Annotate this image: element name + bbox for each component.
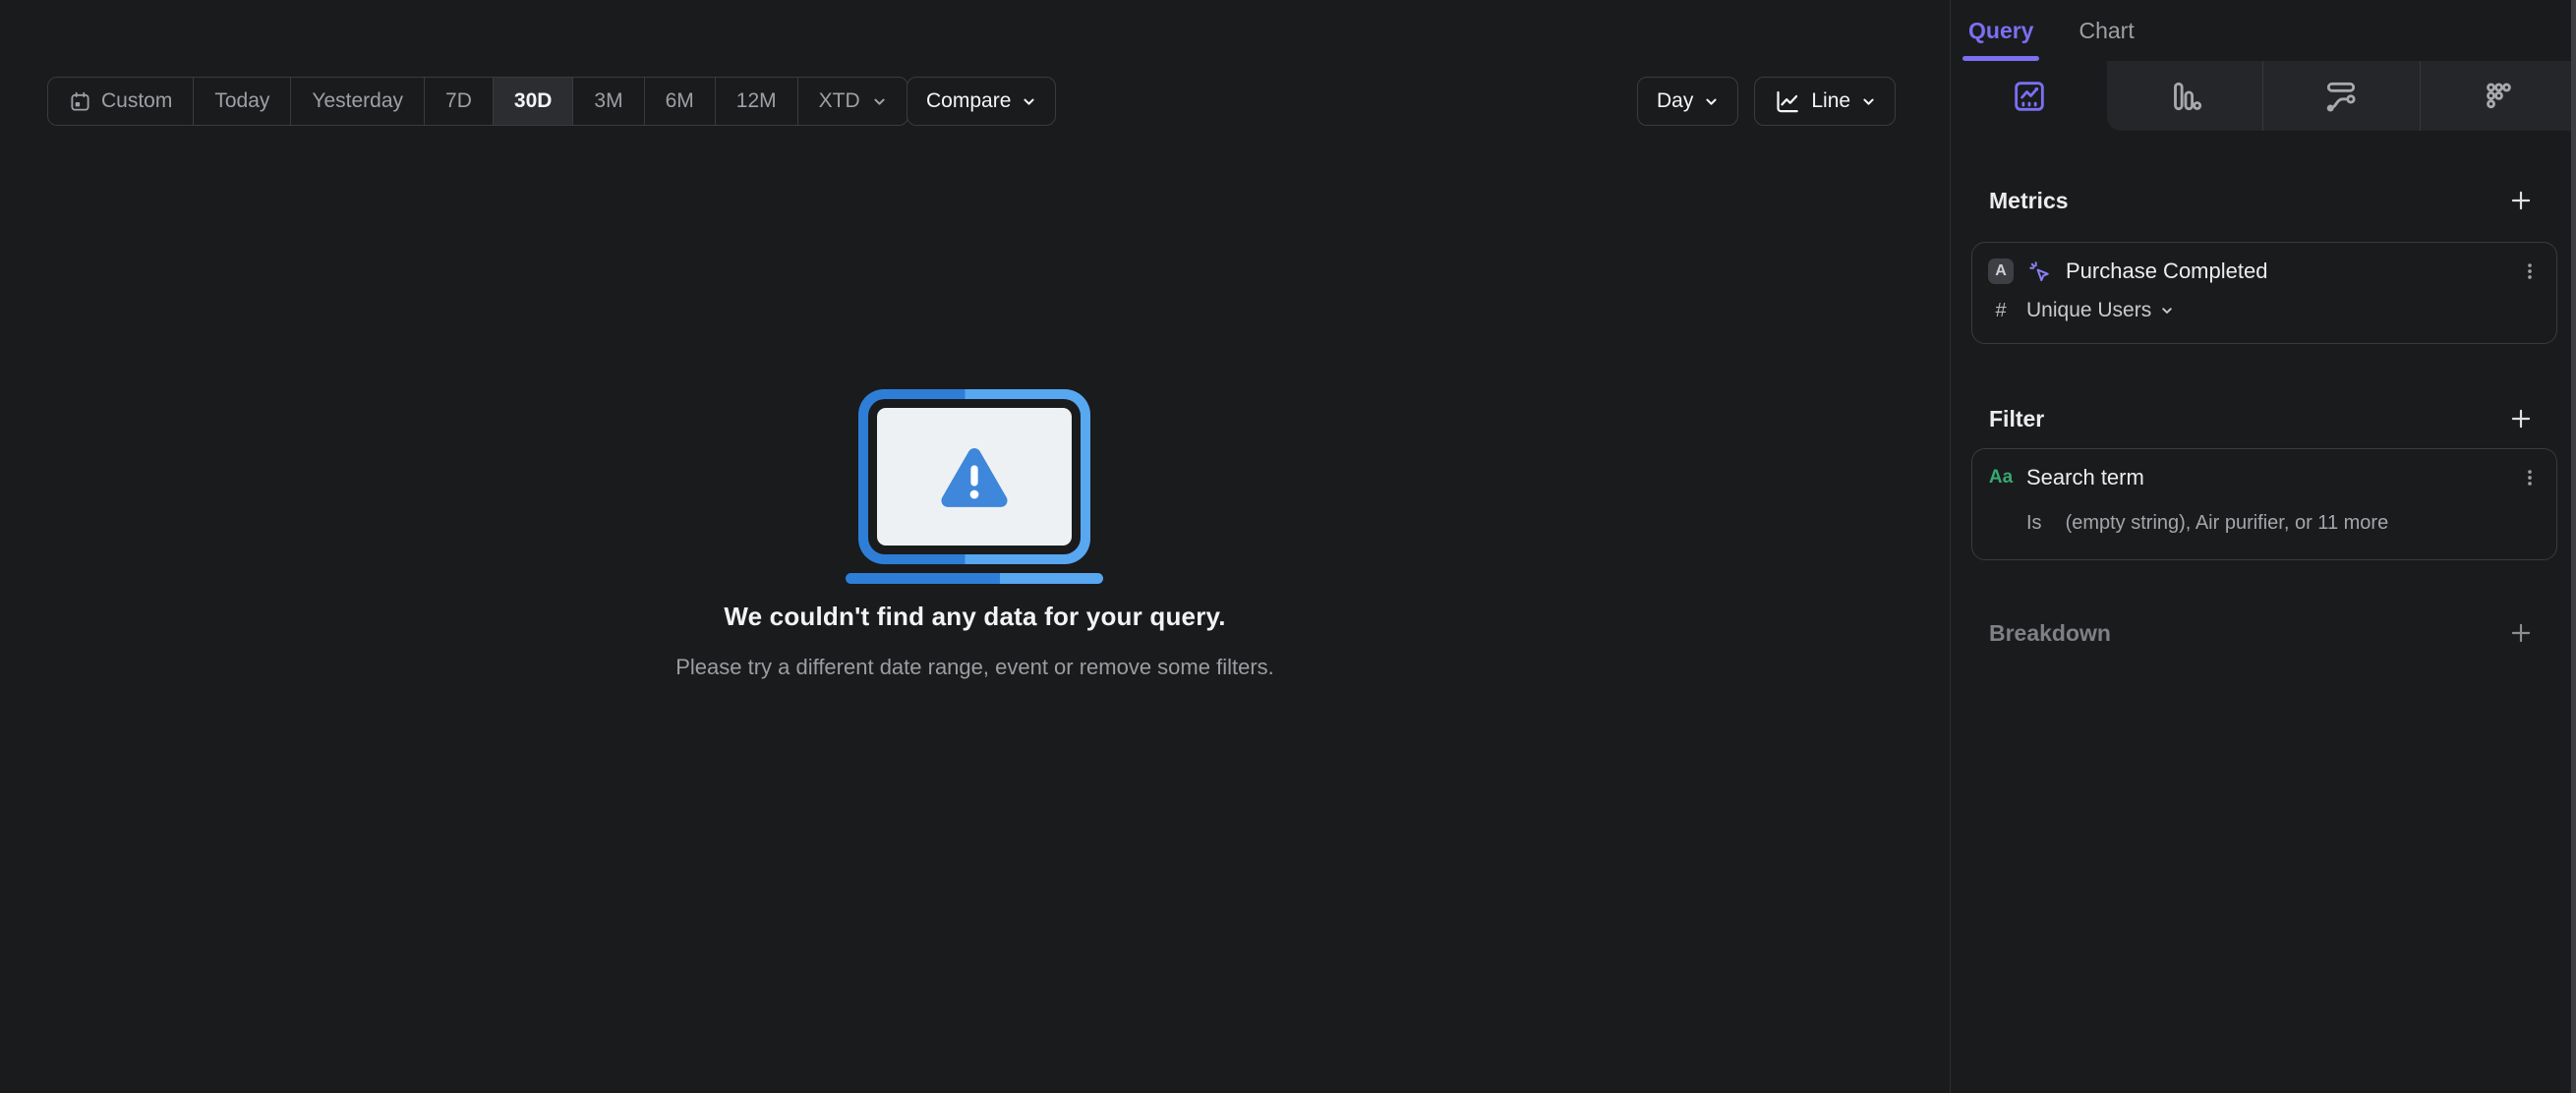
date-range-xtd[interactable]: XTD: [798, 78, 907, 125]
breakdown-section-header: Breakdown: [1989, 619, 2535, 647]
date-range-7d[interactable]: 7D: [425, 78, 494, 125]
metric-letter-badge: A: [1988, 259, 2014, 284]
string-type-badge: Aa: [1988, 467, 2014, 488]
tab-funnels[interactable]: [2107, 61, 2262, 131]
chevron-down-icon: [1861, 94, 1876, 109]
compare-label: Compare: [926, 89, 1012, 112]
chevron-down-icon: [1704, 94, 1719, 109]
metrics-section-header: Metrics: [1989, 187, 2535, 214]
tab-flows[interactable]: [2262, 61, 2419, 131]
scrollbar[interactable]: [2571, 0, 2576, 1093]
metric-event-name[interactable]: Purchase Completed: [2066, 259, 2267, 284]
inactive-tab-group: [2107, 61, 2576, 131]
report-type-tabs: [1951, 61, 2576, 131]
add-breakdown-button[interactable]: [2507, 619, 2535, 647]
interval-label: Day: [1657, 89, 1694, 112]
metric-card[interactable]: A Purchase Completed # Unique Users: [1971, 242, 2557, 344]
date-range-toolbar: Custom Today Yesterday 7D 30D 3M 6M 12M …: [47, 77, 908, 126]
sidebar-tab-bar: Query Chart: [1951, 0, 2576, 61]
filter-section-header: Filter: [1989, 405, 2535, 432]
chart-type-label: Line: [1811, 89, 1851, 112]
tab-chart[interactable]: Chart: [2077, 0, 2136, 61]
monitor-stand-shape: [846, 573, 1103, 584]
chart-type-dropdown[interactable]: Line: [1754, 77, 1897, 126]
add-metric-button[interactable]: [2507, 187, 2535, 214]
date-range-3m[interactable]: 3M: [573, 78, 645, 125]
breakdown-heading: Breakdown: [1989, 619, 2111, 646]
interval-dropdown[interactable]: Day: [1637, 77, 1739, 126]
main-chart-area: Custom Today Yesterday 7D 30D 3M 6M 12M …: [0, 0, 1950, 1093]
filter-card[interactable]: Aa Search term Is (empty string), Air pu…: [1971, 448, 2557, 560]
metrics-heading: Metrics: [1989, 187, 2069, 213]
retention-icon: [2480, 78, 2517, 115]
date-range-label: Custom: [101, 89, 173, 112]
query-builder-sidebar: Query Chart Metrics A Purchase Completed…: [1950, 0, 2576, 1093]
warning-triangle-icon: [937, 444, 1012, 510]
kebab-icon[interactable]: [2519, 467, 2541, 489]
date-range-30d-selected[interactable]: 30D: [493, 78, 574, 125]
empty-state-subtitle: Please try a different date range, event…: [675, 655, 1274, 679]
filter-property-name[interactable]: Search term: [2026, 465, 2144, 490]
aggregation-dropdown[interactable]: Unique Users: [2026, 299, 2174, 322]
tab-query[interactable]: Query: [1961, 0, 2040, 61]
insights-icon: [2010, 77, 2049, 116]
date-range-custom[interactable]: Custom: [48, 78, 195, 125]
date-range-12m[interactable]: 12M: [716, 78, 798, 125]
filter-values[interactable]: (empty string), Air purifier, or 11 more: [2066, 512, 2389, 535]
flows-icon: [2322, 78, 2360, 115]
funnels-icon: [2166, 78, 2203, 115]
date-range-yesterday[interactable]: Yesterday: [291, 78, 426, 125]
add-filter-button[interactable]: [2507, 405, 2535, 432]
date-range-6m[interactable]: 6M: [645, 78, 716, 125]
aggregation-hash-symbol: #: [1995, 299, 2007, 321]
filter-operator[interactable]: Is: [2026, 512, 2042, 535]
date-range-today[interactable]: Today: [194, 78, 292, 125]
tab-insights[interactable]: [1951, 61, 2107, 131]
compare-button[interactable]: Compare: [907, 77, 1057, 126]
event-click-icon: [2026, 259, 2053, 285]
monitor-warning-icon: [858, 389, 1090, 564]
empty-state-title: We couldn't find any data for your query…: [724, 602, 1226, 631]
line-chart-icon: [1774, 88, 1800, 115]
tab-retention[interactable]: [2419, 61, 2576, 131]
chevron-down-icon: [872, 94, 887, 109]
chevron-down-icon: [1022, 94, 1036, 109]
calendar-icon: [69, 90, 91, 113]
kebab-icon[interactable]: [2519, 260, 2541, 282]
chevron-down-icon: [2160, 304, 2174, 317]
filter-heading: Filter: [1989, 405, 2045, 431]
